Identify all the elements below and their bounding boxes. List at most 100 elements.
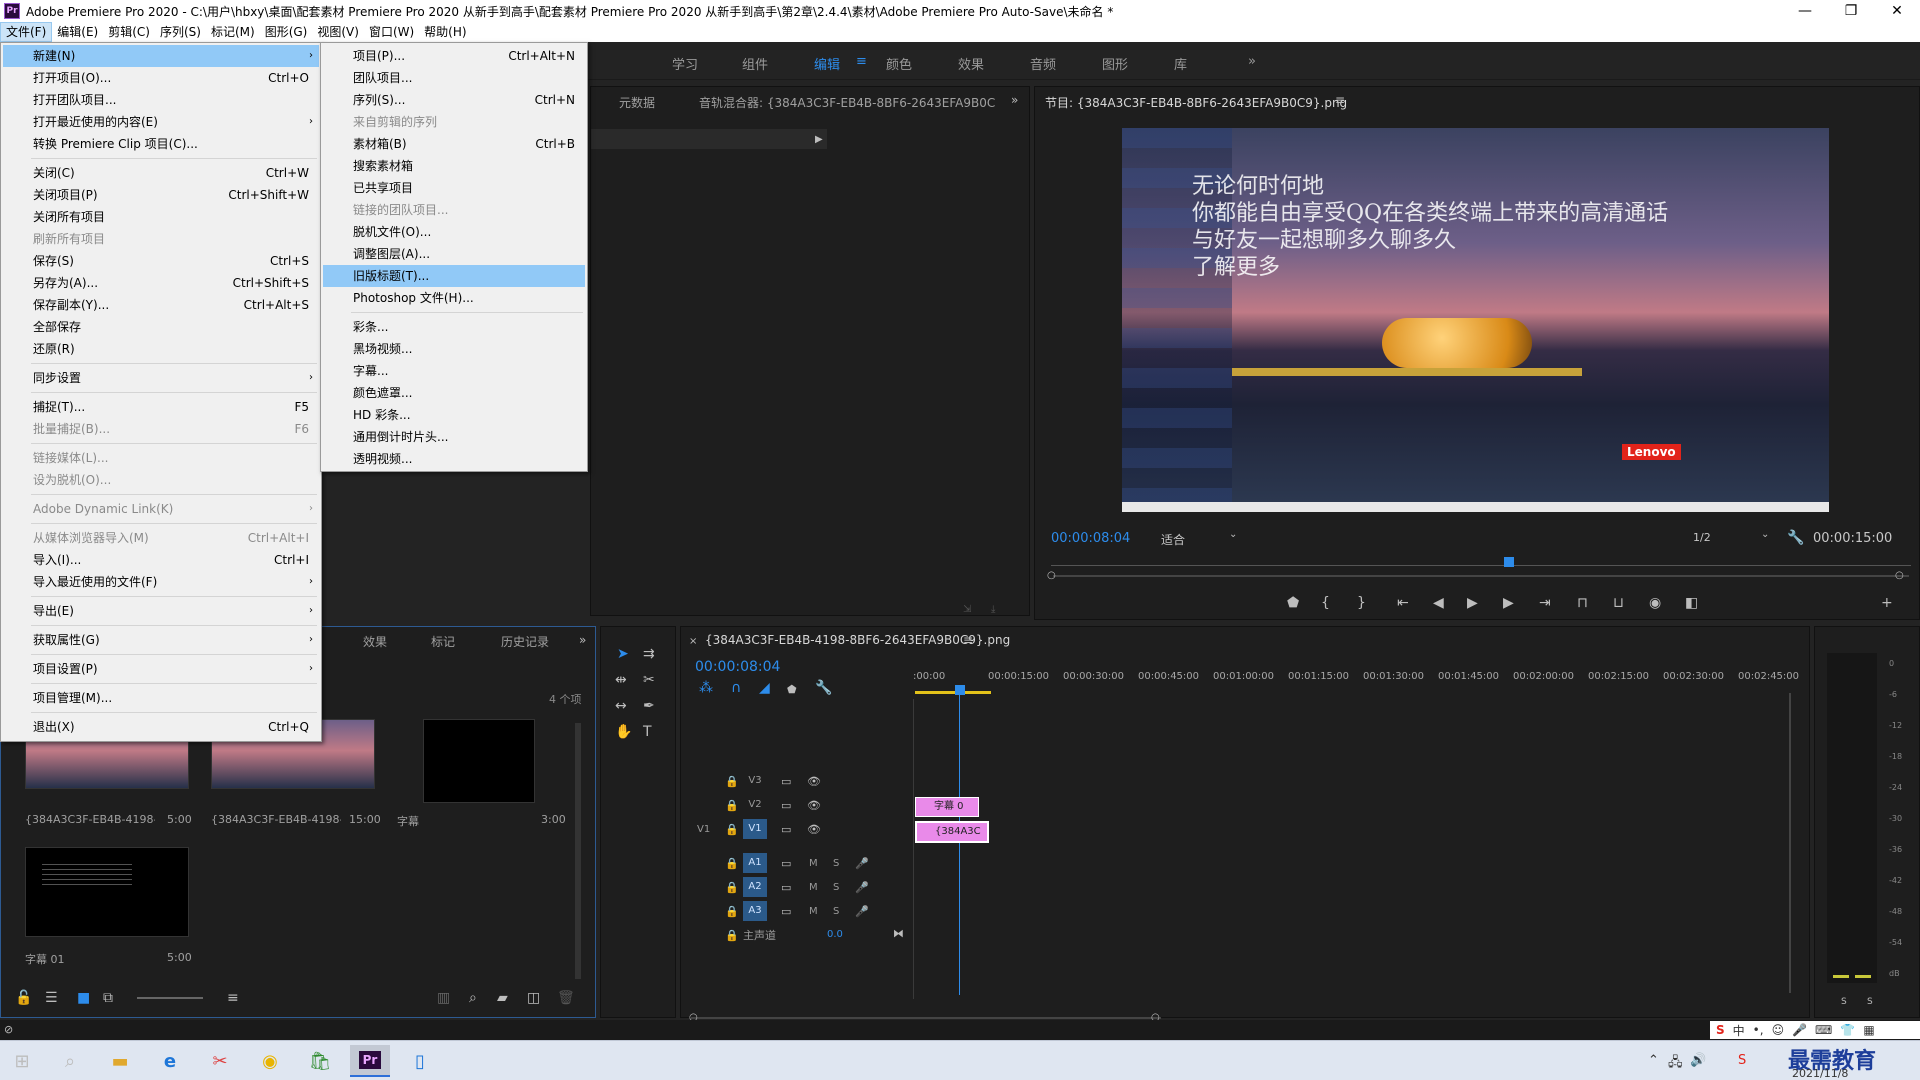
mute-button[interactable]: M: [809, 906, 818, 917]
menu-2[interactable]: 剪辑(C): [103, 22, 155, 42]
solo-left-button[interactable]: S: [1841, 997, 1847, 1007]
timeline-current-time[interactable]: 00:00:08:04: [695, 659, 780, 675]
filemenu-item-32[interactable]: 获取属性(G) ›: [3, 629, 319, 651]
filemenu-item-1[interactable]: 打开项目(O)... Ctrl+O: [3, 67, 319, 89]
mark-in-icon[interactable]: {: [1321, 596, 1330, 610]
ripple-edit-icon[interactable]: ⇹: [615, 673, 627, 687]
emoji-icon[interactable]: ☺: [1772, 1023, 1785, 1037]
menu-4[interactable]: 标记(M): [206, 22, 260, 42]
new-bin-icon[interactable]: ▰: [497, 991, 508, 1005]
tray-chevron-icon[interactable]: ⌃: [1648, 1053, 1659, 1068]
go-to-end-icon[interactable]: ⧓: [893, 927, 904, 941]
track-lock-icon[interactable]: 🔒: [725, 775, 739, 789]
work-area-bar[interactable]: [915, 691, 991, 694]
freeform-view-icon[interactable]: ⧉: [103, 991, 113, 1005]
step-back-icon[interactable]: ◀: [1433, 596, 1444, 610]
zoom-bar[interactable]: [1053, 575, 1909, 577]
newmenu-item-6[interactable]: 已共享项目: [323, 177, 585, 199]
workspace-tab-2[interactable]: 编辑: [814, 54, 840, 73]
mic-icon[interactable]: 🎤: [855, 857, 869, 871]
eye-icon[interactable]: 👁: [807, 823, 821, 837]
filemenu-item-18[interactable]: 捕捉(T)... F5: [3, 396, 319, 418]
add-button-icon[interactable]: +: [1881, 596, 1893, 610]
newmenu-item-2[interactable]: 序列(S)... Ctrl+N: [323, 89, 585, 111]
zoom-handle-right[interactable]: ○: [1895, 569, 1904, 583]
filemenu-item-30[interactable]: 导出(E) ›: [3, 600, 319, 622]
newmenu-item-18[interactable]: 通用倒计时片头...: [323, 426, 585, 448]
skin-icon[interactable]: 👕: [1840, 1023, 1855, 1037]
newmenu-item-0[interactable]: 项目(P)... Ctrl+Alt+N: [323, 45, 585, 67]
mute-button[interactable]: M: [809, 882, 818, 893]
tools-icon[interactable]: ▦: [1863, 1023, 1874, 1037]
tab-markers[interactable]: 标记: [431, 633, 455, 650]
thumbnail-title[interactable]: [423, 719, 535, 803]
mute-button[interactable]: M: [809, 858, 818, 869]
tab-effects[interactable]: 效果: [363, 633, 387, 650]
track-lock-icon[interactable]: 🔒: [725, 881, 739, 895]
newmenu-item-10[interactable]: 旧版标题(T)...: [323, 265, 585, 287]
time-ruler[interactable]: :00:00 00:00:15:00 00:00:30:00 00:00:45:00 0…: [913, 669, 1799, 687]
track-target-A1[interactable]: A1: [743, 853, 767, 873]
timeline-hscroll[interactable]: [691, 1017, 1161, 1019]
mic-icon[interactable]: 🎤: [855, 881, 869, 895]
menu-6[interactable]: 视图(V): [312, 22, 364, 42]
play-icon[interactable]: ▶: [1467, 596, 1478, 610]
track-lock-icon[interactable]: 🔒: [725, 823, 739, 837]
comparison-icon[interactable]: ◧: [1685, 596, 1698, 610]
slip-icon[interactable]: ↔: [615, 699, 627, 713]
menu-5[interactable]: 图形(G): [260, 22, 313, 42]
mark-out-icon[interactable]: }: [1357, 596, 1366, 610]
timeline-playhead-head[interactable]: [955, 685, 965, 695]
tab-metadata[interactable]: 元数据: [619, 94, 655, 111]
newmenu-item-16[interactable]: 颜色遮罩...: [323, 382, 585, 404]
workspace-tab-0[interactable]: 学习: [672, 54, 698, 73]
tablet-app-icon[interactable]: ▯: [400, 1045, 440, 1077]
filemenu-item-7[interactable]: 关闭项目(P) Ctrl+Shift+W: [3, 184, 319, 206]
keyboard-icon[interactable]: ⌨: [1815, 1023, 1832, 1037]
track-lock-icon[interactable]: 🔒: [725, 799, 739, 813]
zoom-handle-left[interactable]: ○: [1047, 569, 1056, 583]
track-lock-icon[interactable]: 🔒: [725, 857, 739, 871]
track-target-V1[interactable]: V1: [743, 819, 767, 839]
lift-icon[interactable]: ⊓: [1577, 596, 1588, 610]
workspace-menu-icon[interactable]: ≡: [856, 54, 867, 69]
workspace-overflow-icon[interactable]: »: [1248, 54, 1256, 69]
newmenu-item-17[interactable]: HD 彩条...: [323, 404, 585, 426]
maximize-button[interactable]: ❐: [1828, 3, 1874, 19]
filemenu-item-38[interactable]: 退出(X) Ctrl+Q: [3, 716, 319, 738]
filemenu-item-27[interactable]: 导入(I)... Ctrl+I: [3, 549, 319, 571]
filemenu-item-9[interactable]: 刷新所有项目: [3, 228, 319, 250]
sogou-tray-icon[interactable]: S: [1738, 1053, 1746, 1068]
track-select-icon[interactable]: ⇉: [643, 647, 655, 661]
menu-0[interactable]: 文件(F): [0, 22, 53, 42]
filemenu-item-2[interactable]: 打开团队项目...: [3, 89, 319, 111]
newmenu-item-3[interactable]: 来自剪辑的序列: [323, 111, 585, 133]
snipping-tool-icon[interactable]: ✂: [200, 1045, 240, 1077]
newmenu-item-7[interactable]: 链接的团队项目...: [323, 199, 585, 221]
filemenu-item-21[interactable]: 链接媒体(L)...: [3, 447, 319, 469]
filemenu-item-0[interactable]: 新建(N) ›: [3, 45, 319, 67]
camera-icon[interactable]: ◉: [1649, 596, 1661, 610]
workspace-tab-1[interactable]: 组件: [742, 54, 768, 73]
go-to-in-icon[interactable]: ⇤: [1397, 596, 1409, 610]
solo-right-button[interactable]: S: [1867, 997, 1873, 1007]
razor-icon[interactable]: ✂: [643, 673, 655, 687]
panel-menu-icon[interactable]: ≡: [963, 633, 973, 647]
thumbnail-title-01[interactable]: [25, 847, 189, 937]
filemenu-item-16[interactable]: 同步设置 ›: [3, 367, 319, 389]
sync-lock-icon[interactable]: ▭: [781, 775, 791, 789]
filemenu-item-34[interactable]: 项目设置(P) ›: [3, 658, 319, 680]
panel-overflow-icon[interactable]: »: [579, 633, 586, 647]
filemenu-item-19[interactable]: 批量捕捉(B)... F6: [3, 418, 319, 440]
chevron-down-icon[interactable]: ⌄: [1761, 529, 1769, 540]
timeline-vscroll[interactable]: [1789, 693, 1791, 993]
tab-history[interactable]: 历史记录: [501, 633, 549, 650]
filemenu-item-11[interactable]: 另存为(A)... Ctrl+Shift+S: [3, 272, 319, 294]
filemenu-item-26[interactable]: 从媒体浏览器导入(M) Ctrl+Alt+I: [3, 527, 319, 549]
filemenu-item-10[interactable]: 保存(S) Ctrl+S: [3, 250, 319, 272]
workspace-tab-3[interactable]: 颜色: [886, 54, 912, 73]
track-target-V3[interactable]: V3: [743, 771, 767, 791]
insert-overwrite-icon[interactable]: ◢: [759, 681, 770, 695]
menu-1[interactable]: 编辑(E): [52, 22, 103, 42]
list-view-icon[interactable]: ☰: [45, 991, 58, 1005]
